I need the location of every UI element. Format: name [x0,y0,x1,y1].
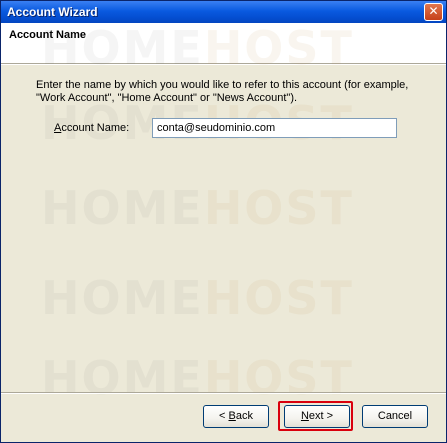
close-icon: ✕ [428,4,439,18]
header-divider [1,64,446,65]
page-title: Account Name [9,29,87,41]
watermark-logo: HOMEHOST [41,351,354,405]
description-text: Enter the name by which you would like t… [36,79,409,104]
window-title: Account Wizard [7,5,98,19]
cancel-button[interactable]: Cancel [362,405,428,428]
title-bar[interactable]: Account Wizard ✕ [1,1,446,23]
account-wizard-window: Account Wizard ✕ Account Name HOMEHOST H… [0,0,447,443]
account-name-input[interactable] [152,118,397,138]
next-button[interactable]: Next > [284,405,350,428]
watermark-logo: HOMEHOST [41,181,354,235]
account-name-label: Account Name: [54,122,130,134]
watermark-logo: HOMEHOST [41,271,354,325]
footer-divider-highlight [1,393,446,394]
back-button[interactable]: < Back [203,405,269,428]
close-button[interactable]: ✕ [424,3,443,21]
wizard-header: Account Name [1,23,446,64]
